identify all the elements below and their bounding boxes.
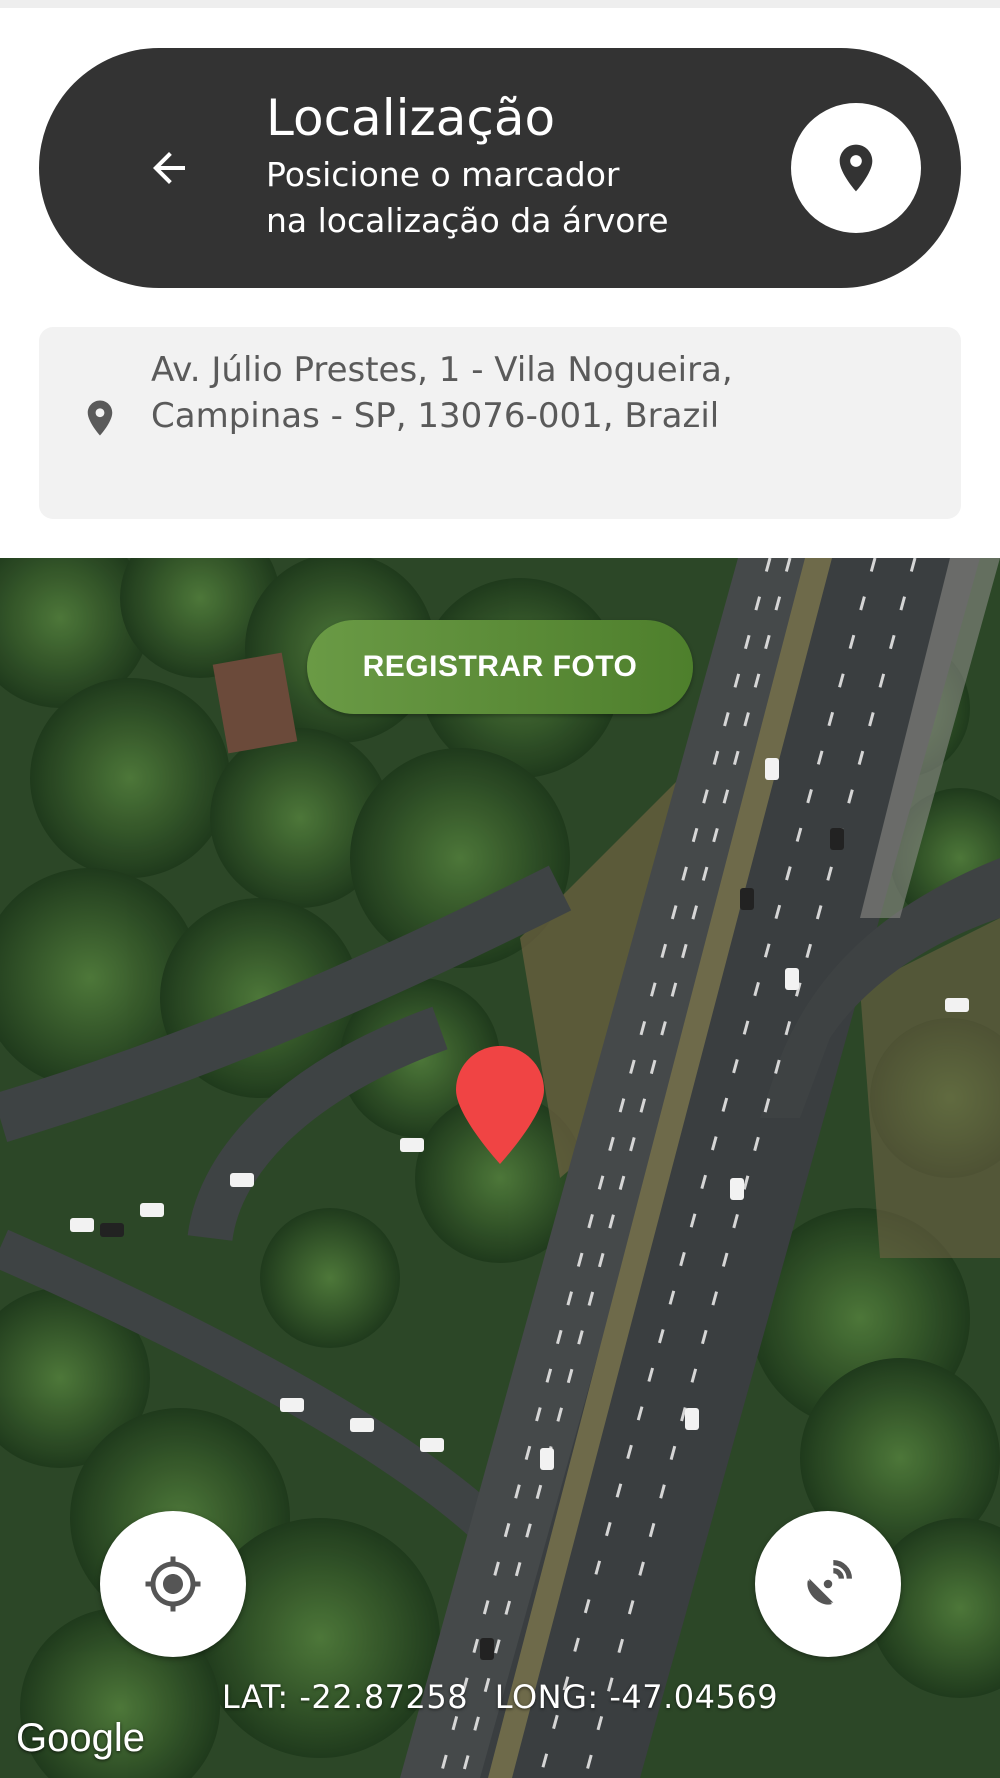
register-photo-button[interactable]: REGISTRAR FOTO [307, 620, 693, 714]
page-title: Localização [266, 89, 556, 147]
header-bar: Localização Posicione o marcador na loca… [39, 48, 961, 288]
map-pin-icon [839, 144, 873, 192]
map-marker-icon[interactable] [456, 1046, 544, 1164]
crosshair-icon [145, 1556, 201, 1612]
longitude-label: LONG: -47.04569 [494, 1678, 779, 1716]
satellite-view-button[interactable] [755, 1511, 901, 1657]
satellite-dish-icon [807, 1560, 852, 1605]
satellite-map[interactable]: REGISTRAR FOTO LAT: -22.87258 LONG: -47.… [0, 558, 1000, 1778]
header-text: Localização Posicione o marcador na loca… [266, 88, 669, 244]
address-text: Av. Júlio Prestes, 1 - Vila Nogueira, Ca… [151, 350, 733, 436]
google-attribution: Google [16, 1716, 145, 1760]
page-subtitle: Posicione o marcador na localização da á… [266, 152, 669, 244]
location-pin-button[interactable] [791, 103, 921, 233]
back-button[interactable] [124, 123, 214, 213]
coordinates-readout: LAT: -22.87258 LONG: -47.04569 [0, 1678, 1000, 1716]
arrow-left-icon [153, 152, 185, 184]
address-card: Av. Júlio Prestes, 1 - Vila Nogueira, Ca… [39, 327, 961, 519]
map-pin-icon [87, 400, 113, 436]
subtitle-line-1: Posicione o marcador [266, 155, 620, 194]
subtitle-line-2: na localização da árvore [266, 201, 669, 240]
my-location-button[interactable] [100, 1511, 246, 1657]
latitude-label: LAT: -22.87258 [221, 1678, 469, 1716]
status-strip [0, 0, 1000, 8]
